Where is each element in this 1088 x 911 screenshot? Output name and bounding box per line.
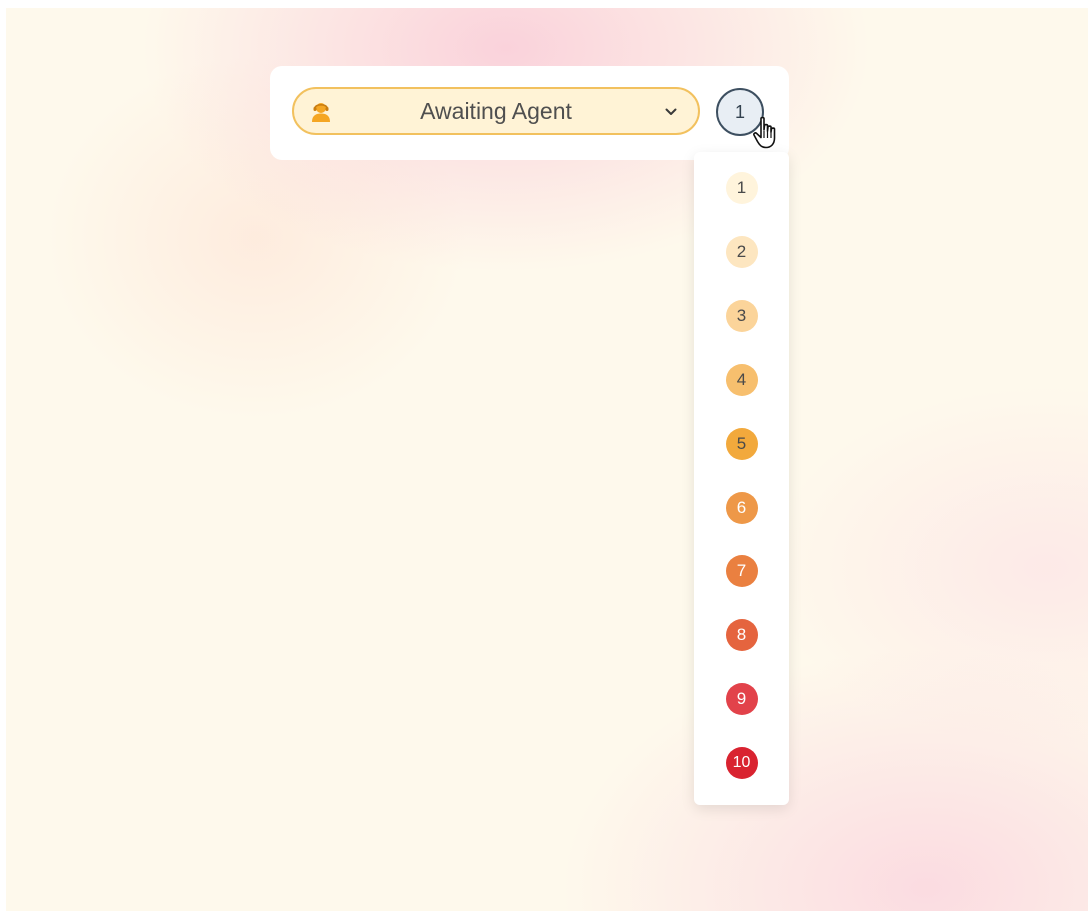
priority-option-10[interactable]: 10 [694,735,789,791]
priority-badge: 1 [725,172,758,204]
priority-option-1[interactable]: 1 [694,160,789,216]
chevron-down-icon [665,108,677,115]
status-dropdown[interactable]: Awaiting Agent [292,87,700,135]
priority-badge: 7 [725,555,758,588]
priority-option-2[interactable]: 2 [694,224,789,280]
agent-icon [312,103,330,122]
ticket-toolbar: Awaiting Agent 1 [270,66,789,160]
priority-button[interactable]: 1 [716,88,764,136]
priority-badge: 9 [725,683,758,716]
priority-badge: 6 [725,491,758,524]
page-background: Awaiting Agent 1 1 2 3 4 5 6 7 8 9 10 [6,8,1088,911]
priority-badge: 8 [725,619,758,652]
priority-badge: 10 [725,747,758,780]
priority-option-3[interactable]: 3 [694,288,789,344]
priority-option-5[interactable]: 5 [694,416,789,472]
priority-menu: 1 2 3 4 5 6 7 8 9 10 [694,152,789,805]
priority-option-7[interactable]: 7 [694,543,789,599]
priority-option-4[interactable]: 4 [694,352,789,408]
priority-badge: 5 [725,427,758,460]
priority-badge: 2 [725,235,758,268]
priority-option-9[interactable]: 9 [694,671,789,727]
priority-badge: 4 [725,363,758,396]
status-label: Awaiting Agent [420,97,572,124]
priority-option-6[interactable]: 6 [694,480,789,536]
priority-option-8[interactable]: 8 [694,607,789,663]
priority-badge: 3 [725,299,758,332]
